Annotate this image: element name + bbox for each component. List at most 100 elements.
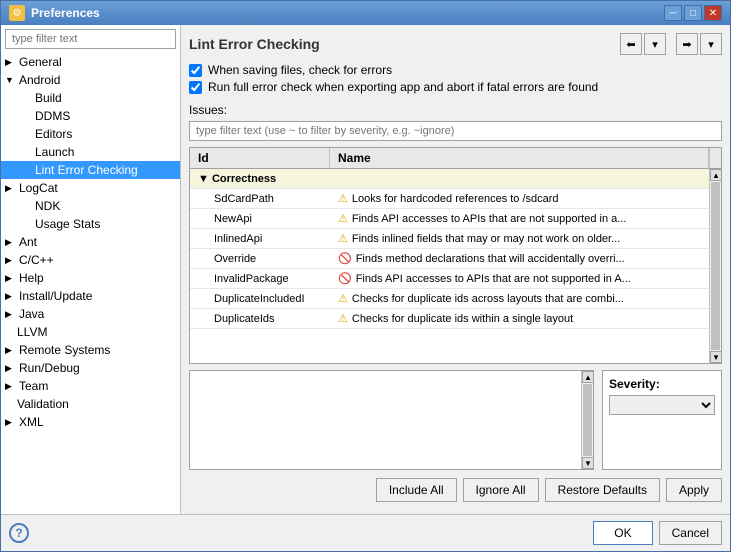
- expand-arrow-icon: ▶: [5, 381, 17, 392]
- sidebar-item-remote-systems[interactable]: ▶ Remote Systems: [1, 341, 180, 359]
- sidebar-item-editors[interactable]: Editors: [1, 125, 180, 143]
- close-button[interactable]: ✕: [704, 5, 722, 21]
- sidebar-item-validation[interactable]: Validation: [1, 395, 180, 413]
- table-cell-id: Override: [190, 251, 330, 267]
- description-scrollbar[interactable]: ▲ ▼: [581, 371, 593, 469]
- sidebar-item-label: Remote Systems: [19, 343, 110, 357]
- checkbox-row-save: When saving files, check for errors: [189, 63, 722, 77]
- sidebar-item-label: Team: [19, 379, 48, 393]
- expand-arrow-icon: ▶: [5, 255, 17, 266]
- expand-arrow-icon: ▶: [5, 363, 17, 374]
- sidebar-item-help[interactable]: ▶ Help: [1, 269, 180, 287]
- bottom-bar: ? OK Cancel: [1, 514, 730, 551]
- table-row[interactable]: SdCardPath ⚠Looks for hardcoded referenc…: [190, 189, 709, 209]
- table-row[interactable]: NewApi ⚠Finds API accesses to APIs that …: [190, 209, 709, 229]
- description-area: ▲ ▼: [189, 370, 594, 470]
- apply-button[interactable]: Apply: [666, 478, 722, 502]
- include-all-button[interactable]: Include All: [376, 478, 457, 502]
- scroll-thumb[interactable]: [711, 182, 720, 350]
- sidebar-item-ddms[interactable]: DDMS: [1, 107, 180, 125]
- back-button[interactable]: ⬅: [620, 33, 642, 55]
- ignore-all-button[interactable]: Ignore All: [463, 478, 539, 502]
- table-row[interactable]: DuplicateIds ⚠Checks for duplicate ids w…: [190, 309, 709, 329]
- sidebar-item-label: Android: [19, 73, 60, 87]
- table-cell-id: ▼ Correctness: [190, 171, 330, 187]
- expand-arrow-icon: ▶: [5, 309, 17, 320]
- back-dropdown-button[interactable]: ▾: [644, 33, 666, 55]
- check-export-checkbox[interactable]: [189, 81, 202, 94]
- sidebar-item-label: LogCat: [19, 181, 58, 195]
- table-cell-id: NewApi: [190, 211, 330, 227]
- check-save-checkbox[interactable]: [189, 64, 202, 77]
- restore-defaults-button[interactable]: Restore Defaults: [545, 478, 660, 502]
- sidebar-item-team[interactable]: ▶ Team: [1, 377, 180, 395]
- sidebar-item-label: Build: [35, 91, 62, 105]
- sidebar-item-logcat[interactable]: ▶ LogCat: [1, 179, 180, 197]
- scroll-thumb[interactable]: [583, 384, 592, 456]
- ok-button[interactable]: OK: [593, 521, 652, 545]
- error-icon: 🚫: [338, 273, 352, 285]
- title-buttons: ─ □ ✕: [664, 5, 722, 21]
- forward-button[interactable]: ➡: [676, 33, 698, 55]
- sidebar-item-build[interactable]: Build: [1, 89, 180, 107]
- sidebar-item-run-debug[interactable]: ▶ Run/Debug: [1, 359, 180, 377]
- table-cell-name: [330, 177, 709, 181]
- table-cell-name: ⚠Looks for hardcoded references to /sdca…: [330, 190, 709, 207]
- sidebar-item-label: Help: [19, 271, 44, 285]
- scroll-up-button[interactable]: ▲: [710, 169, 721, 181]
- group-arrow-icon: ▼: [198, 173, 212, 185]
- sidebar-item-cpp[interactable]: ▶ C/C++: [1, 251, 180, 269]
- sidebar-item-label: Validation: [17, 397, 69, 411]
- minimize-button[interactable]: ─: [664, 5, 682, 21]
- sidebar-item-install-update[interactable]: ▶ Install/Update: [1, 287, 180, 305]
- table-cell-name: ⚠Finds inlined fields that may or may no…: [330, 230, 709, 247]
- sidebar-item-ant[interactable]: ▶ Ant: [1, 233, 180, 251]
- sidebar-item-android[interactable]: ▼ Android: [1, 71, 180, 89]
- table-row[interactable]: InvalidPackage 🚫Finds API accesses to AP…: [190, 269, 709, 289]
- severity-select[interactable]: Error Warning Info Ignore: [609, 395, 715, 415]
- warning-icon: ⚠: [338, 193, 348, 205]
- sidebar-item-label: Ant: [19, 235, 37, 249]
- description-text: [190, 371, 581, 469]
- scroll-up-icon[interactable]: ▲: [582, 371, 594, 383]
- issues-filter-input[interactable]: [189, 121, 722, 141]
- sidebar-item-label: Launch: [35, 145, 74, 159]
- action-buttons-row: Include All Ignore All Restore Defaults …: [189, 470, 722, 506]
- check-save-label: When saving files, check for errors: [208, 63, 392, 77]
- severity-panel: Severity: Error Warning Info Ignore: [602, 370, 722, 470]
- maximize-button[interactable]: □: [684, 5, 702, 21]
- main-content: ▶ General ▼ Android Build DDMS Editors: [1, 25, 730, 514]
- expand-arrow-icon: ▶: [5, 417, 17, 428]
- sidebar-item-ndk[interactable]: NDK: [1, 197, 180, 215]
- scroll-down-icon[interactable]: ▼: [582, 457, 594, 469]
- sidebar-item-general[interactable]: ▶ General: [1, 53, 180, 71]
- help-button[interactable]: ?: [9, 523, 29, 543]
- table-row[interactable]: Override 🚫Finds method declarations that…: [190, 249, 709, 269]
- cancel-button[interactable]: Cancel: [659, 521, 722, 545]
- sidebar-item-usage-stats[interactable]: Usage Stats: [1, 215, 180, 233]
- warning-icon: ⚠: [338, 293, 348, 305]
- scroll-down-button[interactable]: ▼: [710, 351, 721, 363]
- sidebar-item-label: Run/Debug: [19, 361, 80, 375]
- table-row[interactable]: InlinedApi ⚠Finds inlined fields that ma…: [190, 229, 709, 249]
- sidebar-item-launch[interactable]: Launch: [1, 143, 180, 161]
- vertical-scrollbar[interactable]: ▲ ▼: [709, 169, 721, 363]
- table-row[interactable]: ▼ Correctness: [190, 169, 709, 189]
- sidebar-item-llvm[interactable]: LLVM: [1, 323, 180, 341]
- severity-label: Severity:: [609, 377, 715, 391]
- title-bar: ⚙ Preferences ─ □ ✕: [1, 1, 730, 25]
- sidebar-item-java[interactable]: ▶ Java: [1, 305, 180, 323]
- sidebar-item-label: General: [19, 55, 62, 69]
- bottom-bar-right: OK Cancel: [593, 521, 722, 545]
- issues-table: Id Name ▼ Correctness: [189, 147, 722, 364]
- table-row[interactable]: DuplicateIncludedI ⚠Checks for duplicate…: [190, 289, 709, 309]
- sidebar-item-lint-error-checking[interactable]: Lint Error Checking: [1, 161, 180, 179]
- sidebar-item-xml[interactable]: ▶ XML: [1, 413, 180, 431]
- table-body: ▼ Correctness SdCardPath ⚠Looks for hard…: [190, 169, 709, 363]
- error-icon: 🚫: [338, 253, 352, 265]
- warning-icon: ⚠: [338, 233, 348, 245]
- forward-dropdown-button[interactable]: ▾: [700, 33, 722, 55]
- warning-icon: ⚠: [338, 313, 348, 325]
- bottom-section: ▲ ▼ Severity: Error Warning Info Ignore: [189, 370, 722, 470]
- sidebar-filter-input[interactable]: [5, 29, 176, 49]
